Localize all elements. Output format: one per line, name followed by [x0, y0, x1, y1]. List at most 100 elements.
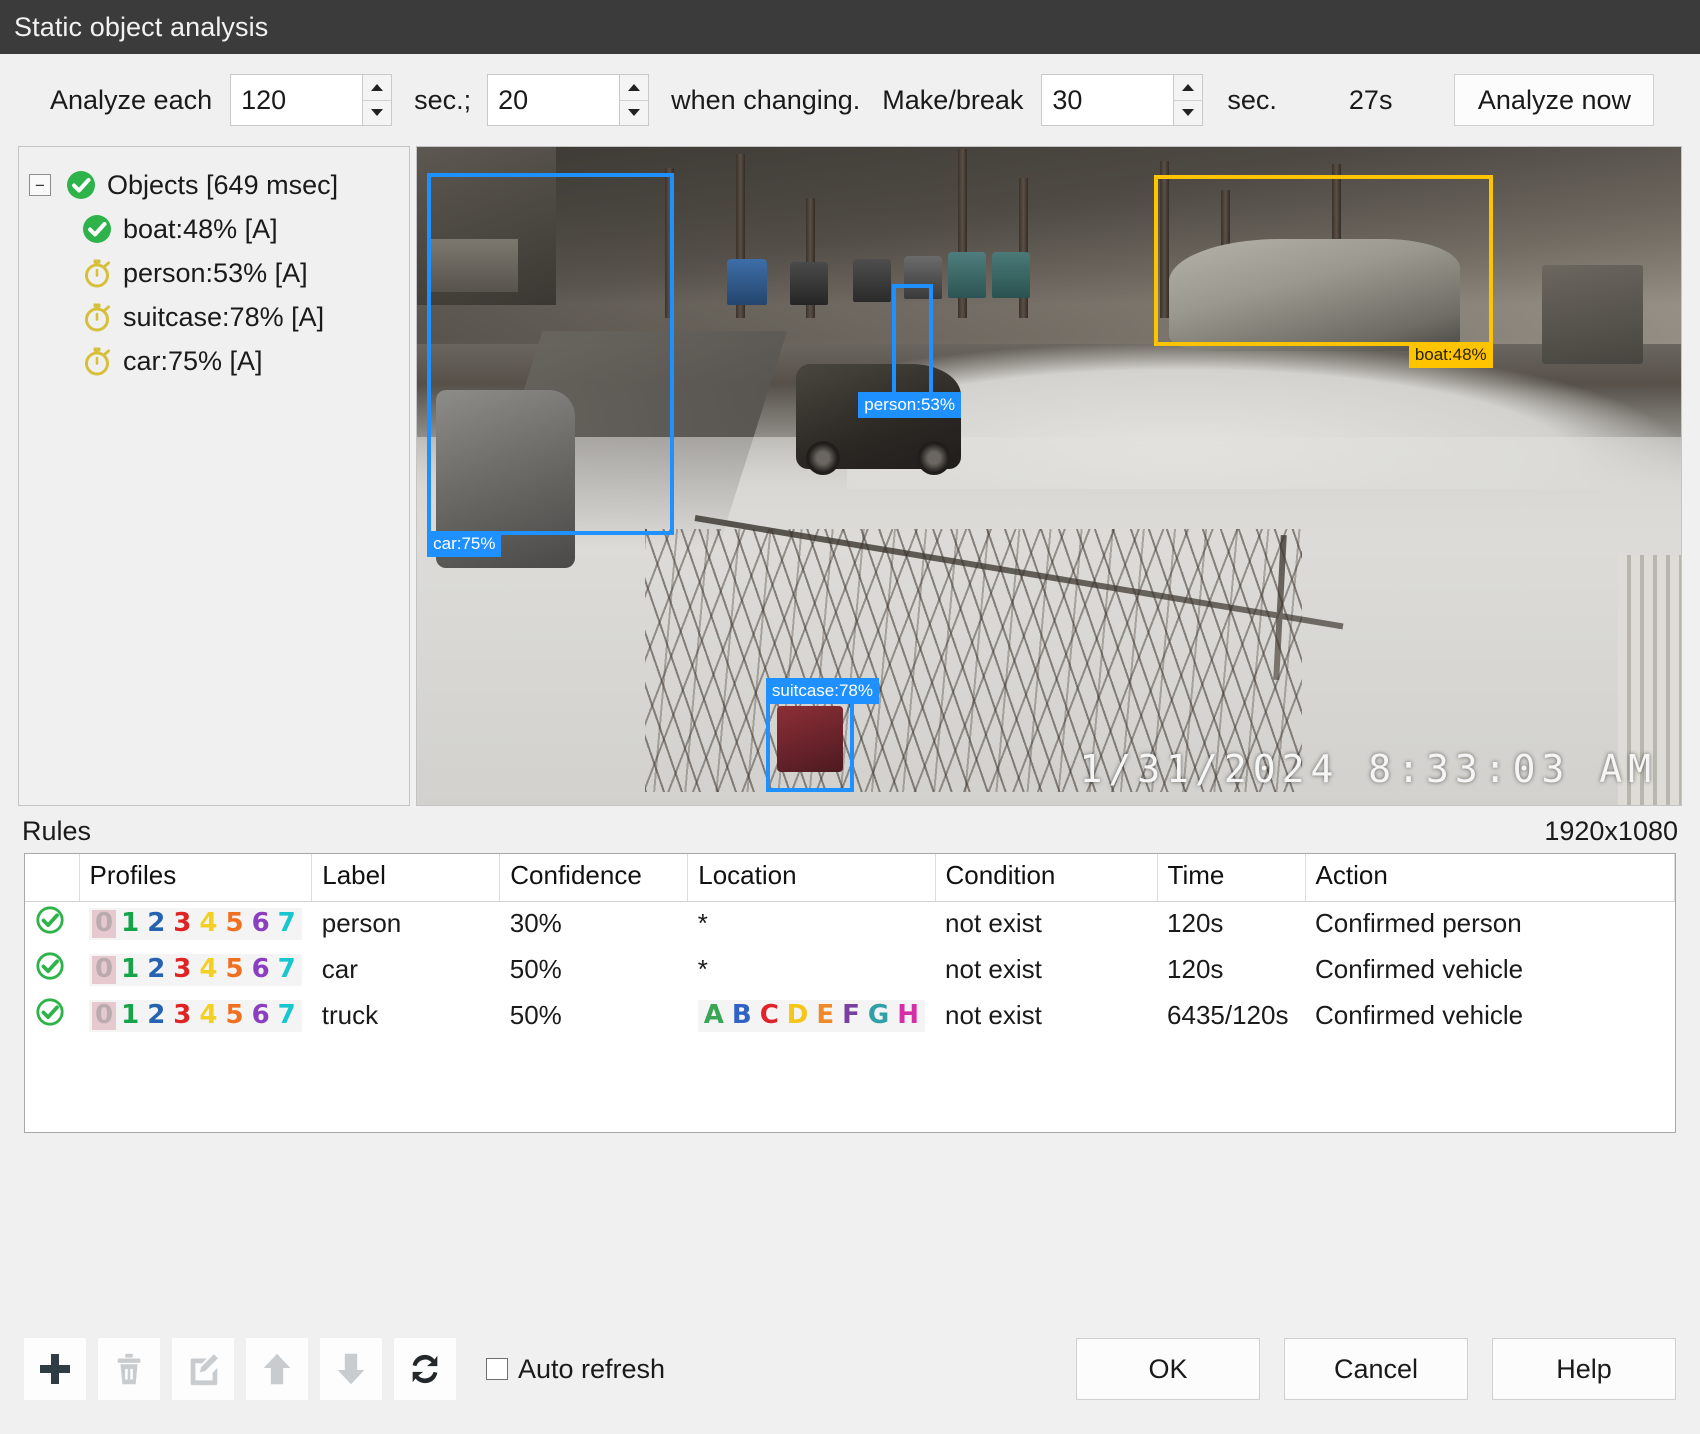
column-header-confidence[interactable]: Confidence: [499, 854, 689, 902]
table-row[interactable]: 0 1 2 3 4 5 6 7 person 30% * not exist 1…: [25, 902, 1675, 949]
table-row[interactable]: 0 1 2 3 4 5 6 7 truck 50% A B C D E F G …: [25, 994, 1675, 1040]
tree-collapse-toggle[interactable]: −: [29, 174, 51, 196]
profile-badge-0: 0: [92, 1002, 117, 1030]
move-rule-up-button[interactable]: [246, 1338, 308, 1400]
location-badge-a: A: [703, 1000, 724, 1031]
interval-spin-down[interactable]: [363, 101, 391, 126]
row-profiles[interactable]: 0 1 2 3 4 5 6 7: [79, 948, 312, 994]
row-profiles[interactable]: 0 1 2 3 4 5 6 7: [79, 994, 312, 1040]
tree-item-boat[interactable]: boat:48% [A]: [29, 207, 399, 251]
row-condition: not exist: [945, 1000, 1042, 1030]
chevron-up-icon: [1182, 83, 1195, 91]
chevron-down-icon: [1182, 109, 1195, 117]
column-header-action[interactable]: Action: [1305, 854, 1675, 902]
column-header-profiles[interactable]: Profiles: [79, 854, 313, 902]
tree-item-suitcase[interactable]: suitcase:78% [A]: [29, 295, 399, 339]
column-header-time[interactable]: Time: [1157, 854, 1306, 902]
checkbox-box[interactable]: [486, 1358, 508, 1380]
change-interval-spin-buttons[interactable]: [619, 74, 650, 126]
row-profiles[interactable]: 0 1 2 3 4 5 6 7: [79, 902, 312, 949]
cancel-button[interactable]: Cancel: [1284, 1338, 1468, 1400]
profile-badge-5: 5: [225, 908, 244, 939]
make-break-stepper[interactable]: [1041, 74, 1204, 126]
make-break-input[interactable]: [1041, 74, 1174, 126]
profile-badge-3: 3: [173, 1000, 192, 1031]
chevron-up-icon: [371, 83, 384, 91]
row-enabled-check[interactable]: [25, 902, 79, 949]
detection-label-suitcase: suitcase:78%: [765, 677, 879, 704]
interval-spin-up[interactable]: [363, 75, 392, 101]
detection-box-boat[interactable]: boat:48%: [1153, 174, 1493, 368]
profile-badge-6: 6: [251, 954, 270, 985]
row-enabled-check[interactable]: [25, 948, 79, 994]
row-confidence: 30%: [509, 908, 562, 938]
detection-box-suitcase[interactable]: suitcase:78%: [765, 677, 879, 792]
table-row[interactable]: 0 1 2 3 4 5 6 7 car 50% * not exist 120s…: [25, 948, 1675, 994]
camera-preview[interactable]: car:75% person:53% boat:48% suitcase:78%…: [416, 146, 1682, 806]
row-condition: not exist: [945, 908, 1042, 938]
sec-label-1: sec.;: [414, 84, 472, 115]
ok-button[interactable]: OK: [1076, 1338, 1260, 1400]
dialog-action-buttons: OK Cancel Help: [1076, 1338, 1676, 1400]
row-label: truck: [321, 1000, 379, 1030]
row-enabled-check[interactable]: [25, 994, 79, 1040]
analysis-settings-toolbar: Analyze each sec.; when changing. Make/b…: [0, 54, 1700, 146]
tree-root-objects[interactable]: − Objects [649 msec]: [29, 163, 399, 207]
row-time: 120s: [1167, 908, 1224, 938]
profile-badge-1: 1: [121, 954, 140, 985]
location-badge-c: C: [759, 1000, 779, 1031]
tree-root-label: Objects [649 msec]: [107, 169, 339, 200]
rules-table-body: 0 1 2 3 4 5 6 7 person 30% * not exist 1…: [25, 902, 1675, 1041]
detection-box-car[interactable]: car:75%: [427, 173, 674, 558]
sec-label-2: sec.: [1227, 84, 1277, 115]
detected-objects-tree[interactable]: − Objects [649 msec] boat:48% [A] person…: [18, 146, 410, 806]
detection-box-person[interactable]: person:53%: [858, 283, 961, 418]
change-interval-stepper[interactable]: [487, 74, 650, 126]
chevron-up-icon: [628, 83, 641, 91]
profile-badge-7: 7: [277, 908, 296, 939]
tree-item-person[interactable]: person:53% [A]: [29, 251, 399, 295]
dialog-bottom-bar: Auto refresh OK Cancel Help: [0, 1304, 1700, 1434]
rules-title: Rules: [22, 816, 92, 846]
column-header-label[interactable]: Label: [311, 854, 501, 902]
column-header-condition[interactable]: Condition: [935, 854, 1158, 902]
analyze-now-button[interactable]: Analyze now: [1454, 74, 1655, 126]
profile-badge-4: 4: [199, 1000, 218, 1031]
row-action: Confirmed vehicle: [1315, 954, 1524, 984]
location-badge-d: D: [786, 1000, 809, 1031]
check-icon: [36, 906, 64, 934]
profile-badge-5: 5: [225, 954, 244, 985]
column-header-enabled[interactable]: [25, 854, 80, 902]
check-icon: [83, 215, 111, 243]
row-label: car: [321, 954, 358, 984]
change-interval-spin-up[interactable]: [620, 75, 649, 101]
change-interval-spin-down[interactable]: [620, 101, 648, 126]
rules-table-container[interactable]: Profiles Label Confidence Location Condi…: [24, 853, 1676, 1133]
row-location: A B C D E F G H: [688, 994, 935, 1040]
tree-item-car[interactable]: car:75% [A]: [29, 339, 399, 383]
delete-rule-button[interactable]: [98, 1338, 160, 1400]
row-action: Confirmed person: [1315, 908, 1522, 938]
column-header-location[interactable]: Location: [687, 854, 936, 902]
chevron-down-icon: [628, 109, 641, 117]
change-interval-input[interactable]: [487, 74, 620, 126]
profile-badge-5: 5: [225, 1000, 244, 1031]
tree-item-label: suitcase:78% [A]: [123, 301, 325, 332]
make-break-spin-down[interactable]: [1174, 101, 1202, 126]
make-break-spin-up[interactable]: [1174, 75, 1203, 101]
move-rule-down-button[interactable]: [320, 1338, 382, 1400]
auto-refresh-label: Auto refresh: [518, 1353, 666, 1384]
make-break-spin-buttons[interactable]: [1173, 74, 1204, 126]
help-button[interactable]: Help: [1492, 1338, 1676, 1400]
refresh-button[interactable]: [394, 1338, 456, 1400]
row-location: *: [697, 954, 708, 984]
auto-refresh-checkbox[interactable]: Auto refresh: [486, 1354, 665, 1385]
interval-stepper[interactable]: [230, 74, 393, 126]
edit-rule-button[interactable]: [172, 1338, 234, 1400]
location-badge-g: G: [867, 1000, 890, 1031]
add-rule-button[interactable]: [24, 1338, 86, 1400]
interval-spin-buttons[interactable]: [362, 74, 393, 126]
camera-frame: car:75% person:53% boat:48% suitcase:78%…: [417, 147, 1681, 805]
check-icon: [67, 171, 95, 199]
interval-input[interactable]: [230, 74, 363, 126]
